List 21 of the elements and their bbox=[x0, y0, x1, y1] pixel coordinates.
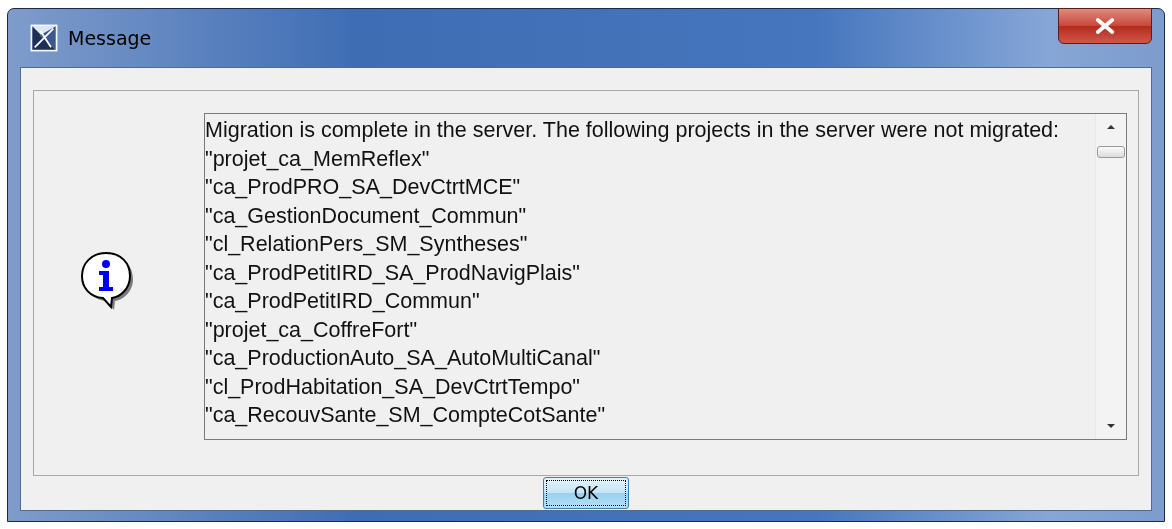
message-line: "ca_ProductionAuto_SA_AutoMultiCanal" bbox=[205, 345, 602, 372]
message-line: "ca_ProdPetitIRD_SA_ProdNavigPlais" bbox=[205, 259, 581, 287]
scroll-down-icon[interactable] bbox=[1106, 423, 1116, 429]
window-title: Message bbox=[68, 27, 152, 49]
message-text-area[interactable] bbox=[204, 113, 1127, 440]
message-line: "cl_ProdHabitation_SA_DevCtrtTempo" bbox=[205, 373, 581, 401]
message-line: "ca_RecouvSante_SM_CompteCotSante" bbox=[205, 402, 607, 429]
message-line: "ca_GestionDocument_Commun" bbox=[205, 202, 528, 230]
vertical-scrollbar[interactable] bbox=[1095, 114, 1126, 439]
close-button[interactable] bbox=[1058, 8, 1152, 44]
message-line: Migration is complete in the server. The following projects in the server were not migrated: bbox=[205, 117, 1061, 144]
message-line: "projet_ca_MemReflex" bbox=[205, 145, 431, 173]
message-line: "ca_ProdPetitIRD_Commun" bbox=[205, 288, 481, 315]
message-line: "ca_ProdPRO_SA_DevCtrtMCE" bbox=[205, 174, 522, 201]
message-line: "projet_ca_CoffreFort" bbox=[205, 316, 419, 344]
close-icon bbox=[1093, 17, 1117, 35]
scroll-thumb[interactable] bbox=[1097, 146, 1125, 158]
app-icon bbox=[30, 24, 58, 52]
scroll-up-icon[interactable] bbox=[1106, 124, 1116, 130]
ok-button[interactable]: OK bbox=[543, 477, 629, 509]
message-line: "cl_RelationPers_SM_Syntheses" bbox=[205, 231, 529, 258]
